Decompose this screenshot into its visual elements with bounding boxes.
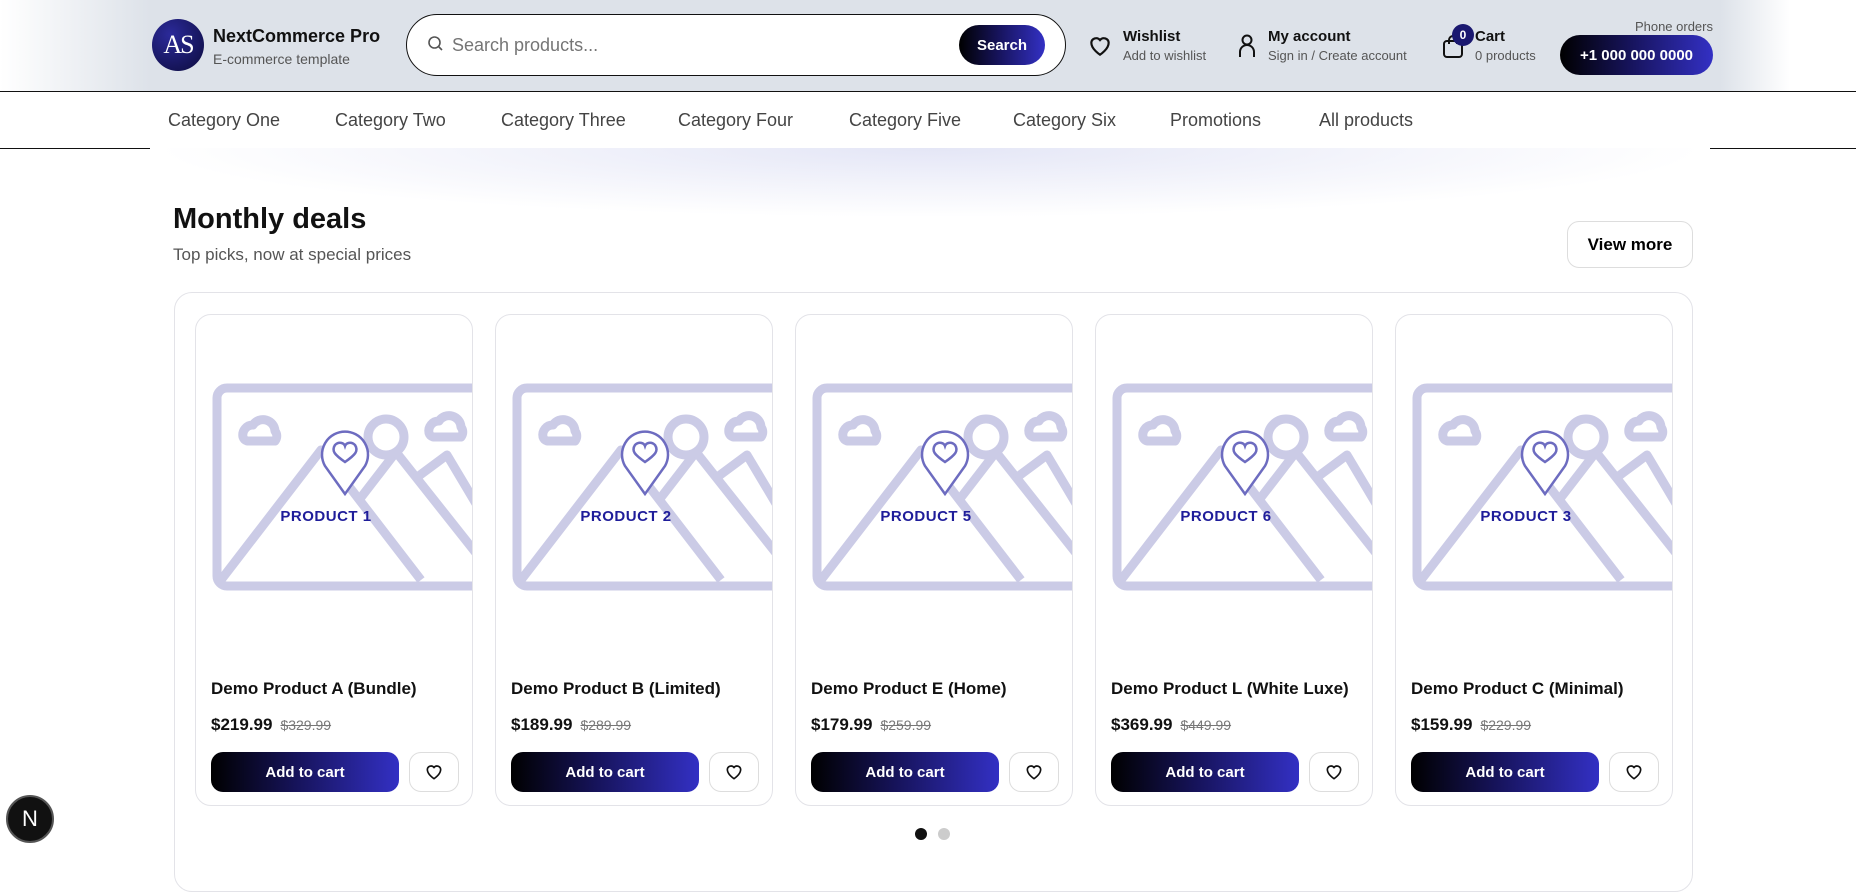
nav-category-four[interactable]: Category Four xyxy=(678,110,793,131)
nav-category-three[interactable]: Category Three xyxy=(501,110,626,131)
heart-icon xyxy=(1090,37,1110,56)
carousel-dot-active[interactable] xyxy=(915,828,927,840)
product-price-row: $219.99 $329.99 xyxy=(211,715,331,735)
cart-subtitle: 0 products xyxy=(1475,48,1536,63)
product-price-row: $179.99 $259.99 xyxy=(811,715,931,735)
product-card[interactable]: PRODUCT 1 Demo Product A (Bundle) $219.9… xyxy=(195,314,473,806)
add-to-wishlist-button[interactable] xyxy=(1609,752,1659,792)
divider xyxy=(0,91,1856,92)
product-name[interactable]: Demo Product B (Limited) xyxy=(511,679,721,699)
heart-icon xyxy=(426,765,442,780)
product-price: $219.99 xyxy=(211,715,273,734)
product-image-label: PRODUCT 3 xyxy=(1480,508,1572,525)
wishlist-link[interactable]: Wishlist Add to wishlist xyxy=(1087,28,1206,63)
wishlist-subtitle: Add to wishlist xyxy=(1123,48,1207,63)
product-price-row: $159.99 $229.99 xyxy=(1411,715,1531,735)
section-title: Monthly deals xyxy=(173,203,367,235)
phone-button[interactable]: +1 000 000 0000 xyxy=(1560,35,1713,75)
product-card[interactable]: PRODUCT 2 Demo Product B (Limited) $189.… xyxy=(495,314,773,806)
product-image-placeholder xyxy=(812,383,1072,591)
search-icon xyxy=(427,35,445,58)
heart-icon xyxy=(1626,765,1642,780)
user-icon xyxy=(1239,34,1255,57)
product-name[interactable]: Demo Product A (Bundle) xyxy=(211,679,417,699)
search-bar: Search xyxy=(406,14,1066,76)
nav-category-six[interactable]: Category Six xyxy=(1013,110,1116,131)
product-old-price: $449.99 xyxy=(1180,717,1232,733)
nav-category-two[interactable]: Category Two xyxy=(335,110,446,131)
add-to-cart-button[interactable]: Add to cart xyxy=(1111,752,1299,792)
heart-icon xyxy=(1326,765,1342,780)
dev-tools-badge[interactable]: N xyxy=(6,795,54,843)
add-to-cart-button[interactable]: Add to cart xyxy=(511,752,699,792)
product-image-placeholder xyxy=(512,383,772,591)
add-to-wishlist-button[interactable] xyxy=(1309,752,1359,792)
product-card[interactable]: PRODUCT 5 Demo Product E (Home) $179.99 $… xyxy=(795,314,1073,806)
product-price: $159.99 xyxy=(1411,715,1473,734)
product-price-row: $369.99 $449.99 xyxy=(1111,715,1231,735)
product-image-label: PRODUCT 6 xyxy=(1180,508,1272,525)
nav-category-one[interactable]: Category One xyxy=(168,110,280,131)
product-old-price: $289.99 xyxy=(580,717,632,733)
view-more-button[interactable]: View more xyxy=(1567,221,1693,268)
product-image-placeholder xyxy=(212,383,472,591)
brand[interactable]: NextCommerce Pro E-commerce template xyxy=(213,26,380,67)
nav-category-five[interactable]: Category Five xyxy=(849,110,961,131)
nav-all-products[interactable]: All products xyxy=(1319,110,1413,131)
carousel-dot[interactable] xyxy=(938,828,950,840)
section-subtitle: Top picks, now at special prices xyxy=(173,245,412,264)
product-name[interactable]: Demo Product C (Minimal) xyxy=(1411,679,1624,699)
add-to-cart-button[interactable]: Add to cart xyxy=(211,752,399,792)
product-price: $189.99 xyxy=(511,715,573,734)
add-to-cart-button[interactable]: Add to cart xyxy=(811,752,999,792)
brand-title: NextCommerce Pro xyxy=(213,26,381,46)
search-button[interactable]: Search xyxy=(959,25,1045,65)
product-name[interactable]: Demo Product L (White Luxe) xyxy=(1111,679,1349,699)
cart-title: Cart xyxy=(1475,28,1506,45)
brand-subtitle: E-commerce template xyxy=(213,51,350,67)
product-old-price: $259.99 xyxy=(880,717,932,733)
product-old-price: $229.99 xyxy=(1480,717,1532,733)
add-to-wishlist-button[interactable] xyxy=(409,752,459,792)
product-price: $369.99 xyxy=(1111,715,1173,734)
phone-label: Phone orders xyxy=(1634,19,1713,34)
product-card[interactable]: PRODUCT 6 Demo Product L (White Luxe) $3… xyxy=(1095,314,1373,806)
account-link[interactable]: My account Sign in / Create account xyxy=(1236,28,1407,63)
account-subtitle: Sign in / Create account xyxy=(1268,48,1407,63)
product-image-label: PRODUCT 2 xyxy=(580,508,672,525)
cart-count-badge: 0 xyxy=(1452,24,1474,46)
product-old-price: $329.99 xyxy=(280,717,332,733)
heart-icon xyxy=(1026,765,1042,780)
product-price: $179.99 xyxy=(811,715,873,734)
product-name[interactable]: Demo Product E (Home) xyxy=(811,679,1007,699)
wishlist-title: Wishlist xyxy=(1123,28,1181,45)
add-to-wishlist-button[interactable] xyxy=(1009,752,1059,792)
product-price-row: $189.99 $289.99 xyxy=(511,715,631,735)
search-input[interactable] xyxy=(452,31,952,59)
product-image-placeholder xyxy=(1112,383,1372,591)
product-image-placeholder xyxy=(1412,383,1672,591)
decorative-glow xyxy=(150,148,1710,218)
add-to-wishlist-button[interactable] xyxy=(709,752,759,792)
nav-promotions[interactable]: Promotions xyxy=(1170,110,1261,131)
heart-icon xyxy=(726,765,742,780)
add-to-cart-button[interactable]: Add to cart xyxy=(1411,752,1599,792)
product-image-label: PRODUCT 5 xyxy=(880,508,972,525)
product-card[interactable]: PRODUCT 3 Demo Product C (Minimal) $159.… xyxy=(1395,314,1673,806)
account-title: My account xyxy=(1268,28,1351,45)
logo[interactable]: AS xyxy=(152,19,204,71)
product-image-label: PRODUCT 1 xyxy=(280,508,372,525)
